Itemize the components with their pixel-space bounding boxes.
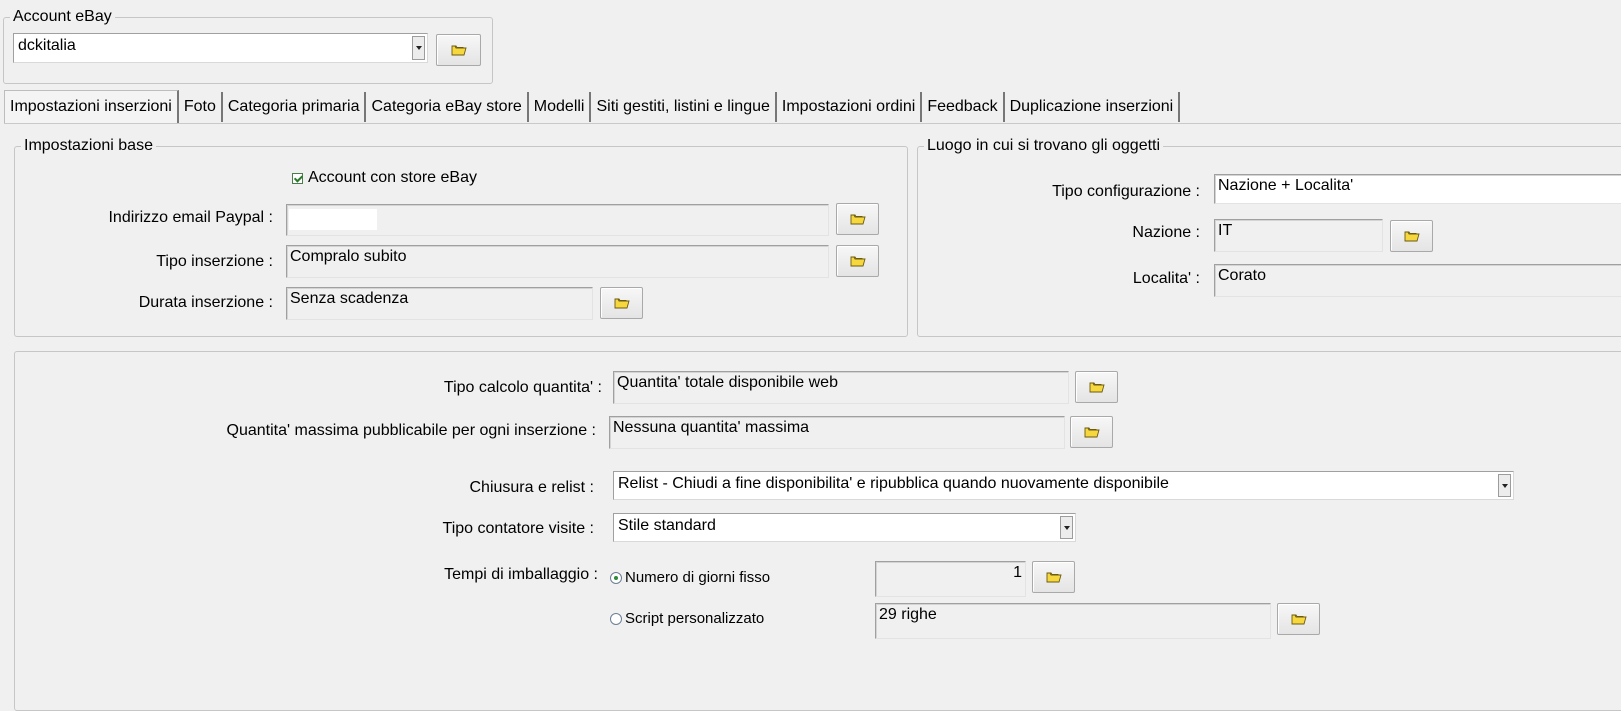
account-select-value: dckitalia [18,37,76,54]
tipo-contatore-value: Stile standard [618,517,716,534]
folder-icon [850,254,866,268]
radio-giorni-fisso-label: Numero di giorni fisso [625,569,771,586]
store-checkbox[interactable] [292,173,303,184]
chevron-down-icon[interactable] [412,36,425,60]
tab-modelli[interactable]: Modelli [529,92,592,122]
tab-duplicazione-inserzioni[interactable]: Duplicazione inserzioni [1005,92,1181,122]
quantita-massima-field[interactable]: Nessuna quantita' massima [609,416,1065,449]
tab-siti-gestiti[interactable]: Siti gestiti, listini e lingue [591,92,777,122]
radio-giorni-fisso[interactable] [610,572,622,584]
folder-icon [1084,425,1100,439]
account-select[interactable]: dckitalia [13,33,428,63]
paypal-field[interactable] [286,204,829,236]
base-settings-legend: Impostazioni base [24,137,153,154]
localita-field[interactable]: Corato [1214,264,1621,297]
giorni-fisso-field[interactable]: 1 [875,561,1026,597]
tab-feedback[interactable]: Feedback [922,92,1005,122]
radio-script-personalizzato[interactable] [610,613,622,625]
quantita-massima-label: Quantita' massima pubblicabile per ogni … [226,422,596,439]
tab-categoria-primaria[interactable]: Categoria primaria [223,92,367,122]
paypal-label: Indirizzo email Paypal : [108,209,273,226]
script-personalizzato-field[interactable]: 29 righe [875,603,1271,639]
folder-icon [451,43,467,57]
durata-inserzione-field[interactable]: Senza scadenza [286,287,593,320]
tipo-calcolo-label: Tipo calcolo quantita' : [443,379,602,396]
tipo-inserzione-label: Tipo inserzione : [156,253,273,270]
paypal-value-box [289,209,377,230]
tipo-contatore-select[interactable]: Stile standard [613,513,1076,542]
tempi-imballaggio-label: Tempi di imballaggio : [444,566,598,583]
tab-divider [4,123,1621,124]
tab-impostazioni-ordini[interactable]: Impostazioni ordini [777,92,923,122]
quantita-massima-browse-button[interactable] [1070,416,1113,448]
luogo-legend: Luogo in cui si trovano gli oggetti [927,137,1161,154]
giorni-fisso-value: 1 [1013,564,1022,581]
chiusura-relist-label: Chiusura e relist : [469,479,595,496]
tipo-inserzione-field[interactable]: Compralo subito [286,245,829,278]
script-personalizzato-browse-button[interactable] [1277,603,1320,635]
durata-inserzione-label: Durata inserzione : [138,294,273,311]
tipo-configurazione-label: Tipo configurazione : [1052,183,1200,200]
folder-icon [1404,229,1420,243]
account-legend: Account eBay [13,8,112,25]
localita-label: Localita' : [1132,270,1200,287]
tab-impostazioni-inserzioni[interactable]: Impostazioni inserzioni [4,90,179,124]
durata-inserzione-browse-button[interactable] [600,287,643,319]
tab-foto[interactable]: Foto [179,92,223,122]
chevron-down-icon[interactable] [1498,474,1511,497]
tipo-contatore-label: Tipo contatore visite : [442,520,594,537]
nazione-browse-button[interactable] [1390,220,1433,252]
chevron-down-icon[interactable] [1060,516,1073,539]
giorni-fisso-browse-button[interactable] [1032,561,1075,593]
tipo-calcolo-field[interactable]: Quantita' totale disponibile web [613,371,1069,404]
folder-icon [614,296,630,310]
folder-icon [1046,570,1062,584]
chiusura-relist-select[interactable]: Relist - Chiudi a fine disponibilita' e … [613,471,1514,500]
paypal-browse-button[interactable] [836,203,879,235]
folder-icon [1089,380,1105,394]
store-checkbox-label: Account con store eBay [308,169,477,186]
folder-icon [1291,612,1307,626]
tab-bar: Impostazioni inserzioni Foto Categoria p… [4,90,1181,124]
nazione-label: Nazione : [1132,224,1200,241]
tipo-inserzione-browse-button[interactable] [836,245,879,277]
folder-icon [850,212,866,226]
nazione-field[interactable]: IT [1214,219,1383,252]
radio-script-label: Script personalizzato [625,610,765,627]
tab-categoria-ebay-store[interactable]: Categoria eBay store [366,92,529,122]
chiusura-relist-value: Relist - Chiudi a fine disponibilita' e … [618,475,1169,492]
tipo-calcolo-browse-button[interactable] [1075,371,1118,403]
account-browse-button[interactable] [436,34,481,66]
tipo-configurazione-field[interactable]: Nazione + Localita' [1214,174,1621,204]
